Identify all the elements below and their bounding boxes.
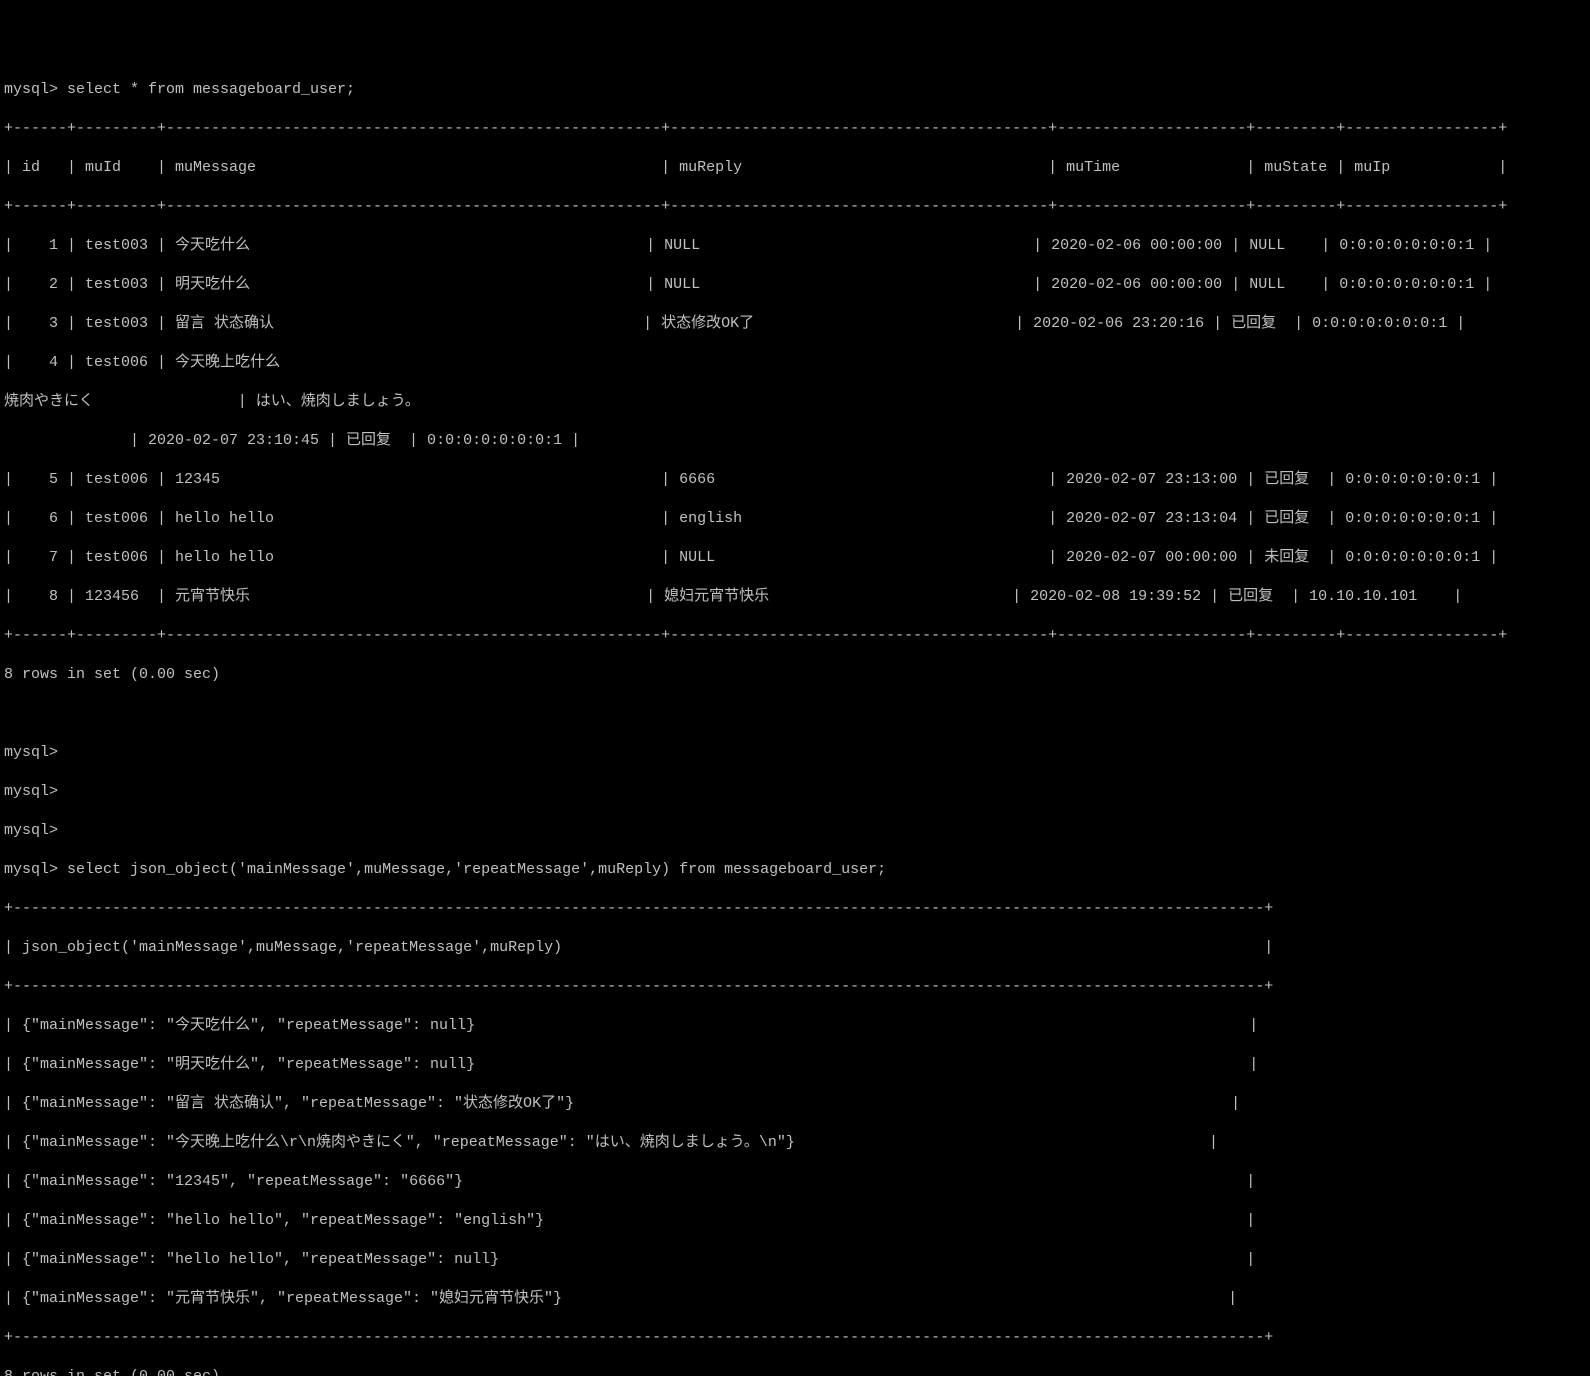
mysql-prompt-empty[interactable]: mysql>	[4, 743, 1586, 763]
table1-row: | 2 | test003 | 明天吃什么 | NULL | 2020-02-0…	[4, 275, 1586, 295]
table1-row: | 3 | test003 | 留言 状态确认 | 状态修改OK了 | 2020…	[4, 314, 1586, 334]
mysql-prompt-empty[interactable]: mysql>	[4, 782, 1586, 802]
table1-row: | 8 | 123456 | 元宵节快乐 | 媳妇元宵节快乐 | 2020-02…	[4, 587, 1586, 607]
mysql-prompt: mysql>	[4, 81, 67, 98]
table1-row: 焼肉やきにく | はい、焼肉しましょう。	[4, 392, 1586, 412]
prompt-line-1[interactable]: mysql> select * from messageboard_user;	[4, 80, 1586, 100]
table2-row: | {"mainMessage": "明天吃什么", "repeatMessag…	[4, 1055, 1586, 1075]
blank-line	[4, 704, 1586, 724]
sql-query-1: select * from messageboard_user;	[67, 81, 355, 98]
table1-row: | 7 | test006 | hello hello | NULL | 202…	[4, 548, 1586, 568]
table1-row: | 1 | test003 | 今天吃什么 | NULL | 2020-02-0…	[4, 236, 1586, 256]
table1-sep-mid: +------+---------+----------------------…	[4, 197, 1586, 217]
sql-query-2: select json_object('mainMessage',muMessa…	[67, 861, 886, 878]
table2-row: | {"mainMessage": "hello hello", "repeat…	[4, 1250, 1586, 1270]
table1-row: | 6 | test006 | hello hello | english | …	[4, 509, 1586, 529]
table2-sep-top: +---------------------------------------…	[4, 899, 1586, 919]
table2-row: | {"mainMessage": "留言 状态确认", "repeatMess…	[4, 1094, 1586, 1114]
mysql-prompt: mysql>	[4, 861, 67, 878]
table1-header-row: | id | muId | muMessage | muReply | muTi…	[4, 158, 1586, 178]
table1-row: | 2020-02-07 23:10:45 | 已回复 | 0:0:0:0:0:…	[4, 431, 1586, 451]
table1-row: | 4 | test006 | 今天晚上吃什么	[4, 353, 1586, 373]
result2: 8 rows in set (0.00 sec)	[4, 1367, 1586, 1376]
table2-row: | {"mainMessage": "12345", "repeatMessag…	[4, 1172, 1586, 1192]
table2-row: | {"mainMessage": "今天吃什么", "repeatMessag…	[4, 1016, 1586, 1036]
result1: 8 rows in set (0.00 sec)	[4, 665, 1586, 685]
table2-header-row: | json_object('mainMessage',muMessage,'r…	[4, 938, 1586, 958]
table2-sep-mid: +---------------------------------------…	[4, 977, 1586, 997]
mysql-prompt-empty[interactable]: mysql>	[4, 821, 1586, 841]
table1-sep-top: +------+---------+----------------------…	[4, 119, 1586, 139]
table1-row: | 5 | test006 | 12345 | 6666 | 2020-02-0…	[4, 470, 1586, 490]
table2-row: | {"mainMessage": "今天晚上吃什么\r\n焼肉やきにく", "…	[4, 1133, 1586, 1153]
prompt-line-2[interactable]: mysql> select json_object('mainMessage',…	[4, 860, 1586, 880]
table1-sep-bot: +------+---------+----------------------…	[4, 626, 1586, 646]
table2-row: | {"mainMessage": "元宵节快乐", "repeatMessag…	[4, 1289, 1586, 1309]
table2-sep-bot: +---------------------------------------…	[4, 1328, 1586, 1348]
table2-row: | {"mainMessage": "hello hello", "repeat…	[4, 1211, 1586, 1231]
